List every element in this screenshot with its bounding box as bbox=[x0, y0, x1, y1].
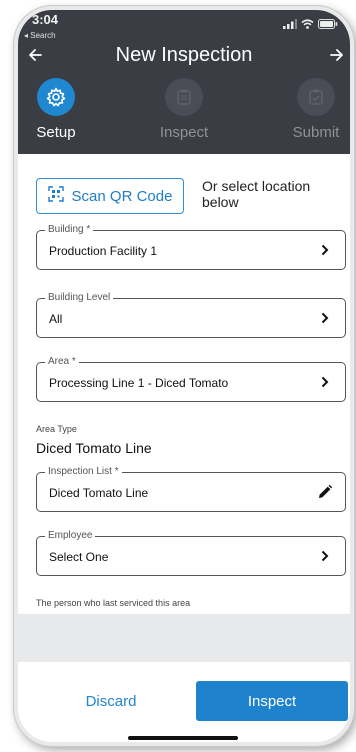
status-back-to-app[interactable]: ◂ Search bbox=[24, 31, 56, 40]
building-select[interactable]: Building * Production Facility 1 bbox=[36, 224, 346, 270]
nav-bar: New Inspection bbox=[18, 40, 350, 72]
phone-frame: 3:04 ◂ Search New Inspection Setup Inspe… bbox=[14, 6, 354, 746]
chevron-right-icon bbox=[317, 548, 333, 564]
status-time: 3:04 bbox=[32, 12, 59, 27]
step-inspect[interactable]: Inspect bbox=[144, 78, 224, 141]
area-type-value: Diced Tomato Line bbox=[36, 440, 152, 456]
inspection-list-field[interactable]: Inspection List * Diced Tomato Line bbox=[36, 466, 346, 512]
chevron-right-icon bbox=[317, 310, 333, 326]
field-value: Production Facility 1 bbox=[49, 244, 158, 258]
screen: 3:04 ◂ Search New Inspection Setup Inspe… bbox=[18, 10, 350, 742]
building-level-select[interactable]: Building Level All bbox=[36, 292, 346, 338]
step-label: Submit bbox=[292, 124, 340, 141]
app-header: 3:04 ◂ Search New Inspection Setup Inspe… bbox=[18, 10, 350, 154]
step-label: Setup bbox=[36, 124, 76, 141]
field-label: Inspection List * bbox=[45, 466, 122, 478]
gear-icon bbox=[37, 78, 75, 116]
employee-select[interactable]: Employee Select One bbox=[36, 530, 346, 576]
page-title: New Inspection bbox=[115, 44, 253, 66]
field-value: Diced Tomato Line bbox=[49, 486, 149, 500]
qr-code-icon bbox=[47, 185, 64, 207]
field-value: Processing Line 1 - Diced Tomato bbox=[49, 376, 229, 390]
area-type-label: Area Type bbox=[36, 424, 77, 434]
field-value: All bbox=[49, 312, 63, 326]
or-select-text: Or select location below bbox=[202, 178, 311, 210]
pencil-icon[interactable] bbox=[317, 484, 333, 500]
chevron-right-icon bbox=[317, 374, 333, 390]
discard-button[interactable]: Discard bbox=[38, 682, 184, 720]
field-label: Building * bbox=[45, 224, 94, 236]
employee-helper-text: The person who last serviced this area bbox=[36, 598, 191, 608]
field-label: Employee bbox=[45, 530, 96, 542]
scan-qr-label: Scan QR Code bbox=[71, 187, 173, 205]
field-label: Building Level bbox=[45, 292, 114, 304]
field-label: Area * bbox=[45, 356, 79, 368]
area-select[interactable]: Area * Processing Line 1 - Diced Tomato bbox=[36, 356, 346, 402]
step-label: Inspect bbox=[159, 124, 209, 141]
setup-form: Scan QR Code Or select location below Bu… bbox=[18, 154, 350, 614]
divider-band bbox=[18, 614, 350, 662]
wifi-icon bbox=[301, 16, 314, 34]
clipboard-icon bbox=[165, 78, 203, 116]
battery-icon bbox=[318, 16, 338, 34]
field-value: Select One bbox=[49, 550, 109, 564]
footer-actions: Discard Inspect bbox=[18, 662, 350, 742]
step-submit[interactable]: Submit bbox=[276, 78, 350, 141]
clipboard-check-icon bbox=[297, 78, 335, 116]
step-setup[interactable]: Setup bbox=[18, 78, 96, 141]
stepper: Setup Inspect Submit bbox=[18, 78, 350, 150]
inspect-button[interactable]: Inspect bbox=[196, 681, 348, 721]
signal-icon bbox=[283, 16, 297, 34]
arrow-right-icon[interactable] bbox=[324, 42, 350, 68]
status-icons bbox=[283, 16, 338, 34]
scan-qr-button[interactable]: Scan QR Code bbox=[36, 178, 184, 214]
chevron-right-icon bbox=[317, 242, 333, 258]
home-indicator[interactable] bbox=[128, 736, 238, 740]
